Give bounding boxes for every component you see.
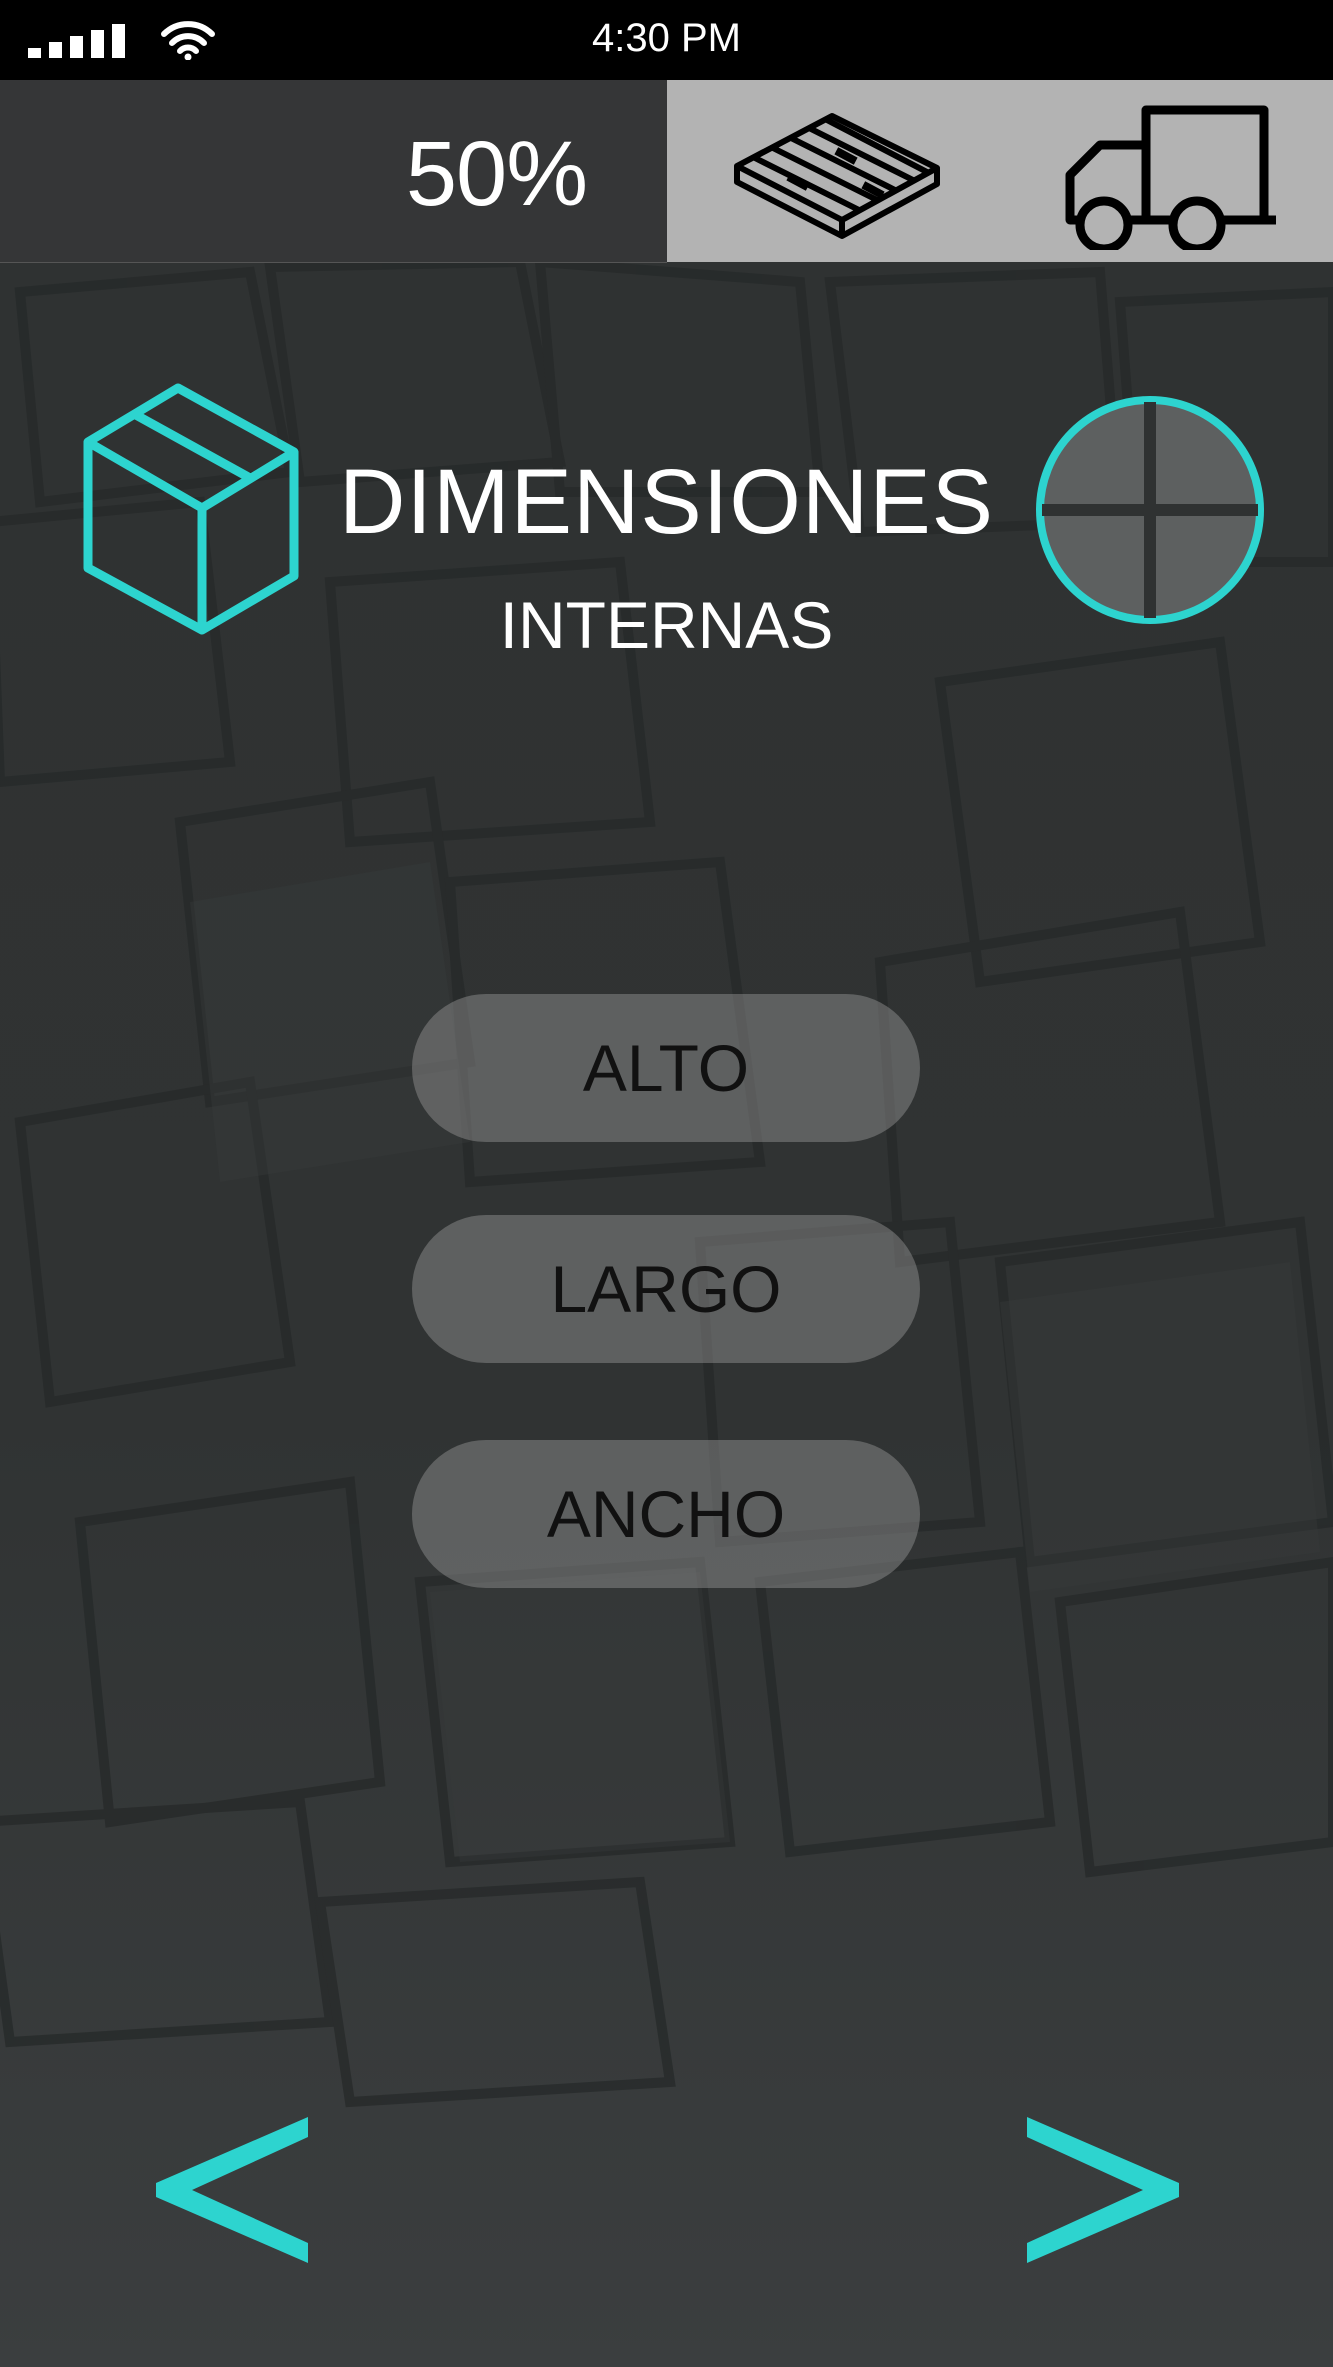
ancho-button[interactable]: ANCHO bbox=[412, 1440, 920, 1588]
crosshair-icon[interactable] bbox=[1032, 392, 1268, 628]
largo-button[interactable]: LARGO bbox=[412, 1215, 920, 1363]
screen: 4:30 PM 50% DIMENSIONES INTERNAS ALTO LA… bbox=[0, 0, 1333, 2367]
previous-arrow-icon[interactable] bbox=[150, 2115, 320, 2265]
progress-percentage: 50% bbox=[405, 123, 588, 225]
pallet-icon[interactable] bbox=[727, 98, 947, 248]
alto-button[interactable]: ALTO bbox=[412, 994, 920, 1142]
status-time: 4:30 PM bbox=[592, 16, 741, 60]
next-arrow-icon[interactable] bbox=[1015, 2115, 1185, 2265]
progress-panel: 50% bbox=[0, 80, 667, 263]
top-bar: 50% bbox=[0, 80, 1333, 263]
truck-icon[interactable] bbox=[1062, 100, 1282, 250]
mode-panel bbox=[667, 80, 1333, 262]
status-bar: 4:30 PM bbox=[0, 0, 1333, 80]
